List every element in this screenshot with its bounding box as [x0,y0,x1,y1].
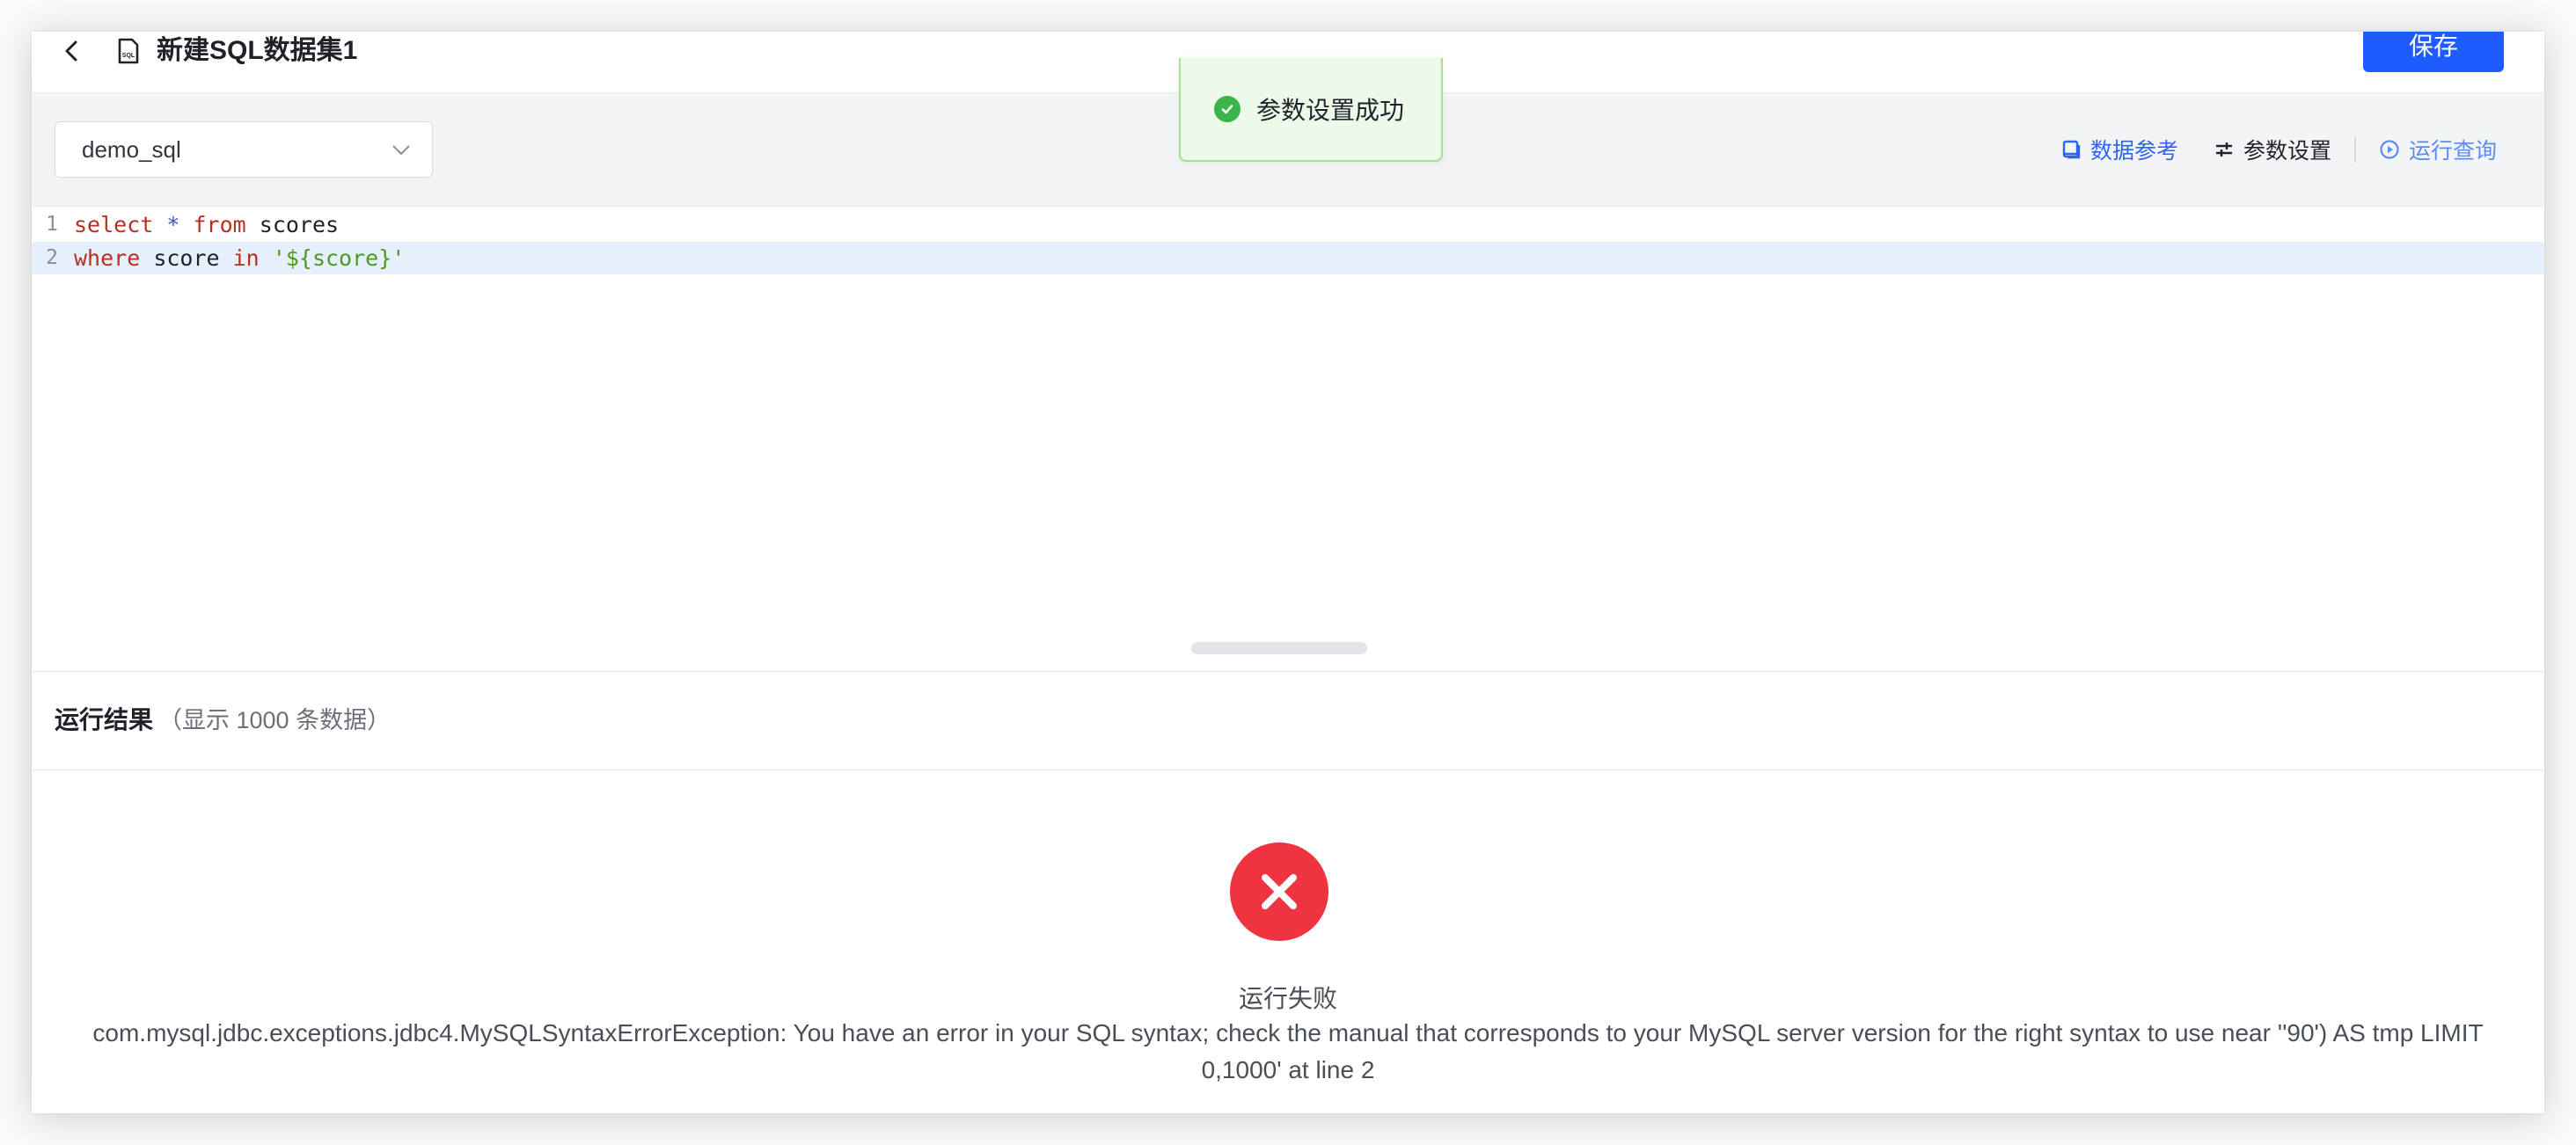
datasource-value: demo_sql [82,136,181,163]
code-text: where score in '${score}' [74,245,406,271]
panel-resize-handle[interactable] [1191,642,1367,654]
toast-message: 参数设置成功 [1256,97,1405,124]
error-message: com.mysql.jdbc.exceptions.jdbc4.MySQLSyn… [92,1019,2484,1083]
code-text: select * from scores [74,212,340,237]
line-number: 1 [46,213,58,236]
run-query-button[interactable]: 运行查询 [2379,128,2497,171]
page-title: 新建SQL数据集1 [157,36,358,65]
chevron-left-icon [65,40,77,62]
check-circle-icon [1214,96,1240,122]
sql-dataset-editor-window: SQL 新建SQL数据集1 保存 demo_sql 数据参考 参数设置 运行查询 [32,32,2544,1113]
results-header: 运行结果 （显示 1000 条数据） [32,674,2544,770]
data-reference-label: 数据参考 [2089,139,2178,164]
results-row-limit: （显示 1000 条数据） [158,707,392,733]
toolbar-divider [2353,136,2356,163]
line-number-gutter [32,207,67,671]
sql-file-icon: SQL [109,32,148,70]
error-title: 运行失败 [1238,985,1337,1012]
toolbar-actions: 数据参考 参数设置 运行查询 [2060,128,2497,171]
sql-code-editor[interactable]: 1 select * from scores 2 where score in … [32,206,2544,672]
run-query-label: 运行查询 [2408,139,2497,164]
param-settings-button[interactable]: 参数设置 [2214,128,2331,171]
error-icon [1230,842,1328,941]
code-line[interactable]: 1 select * from scores [32,208,2544,241]
data-reference-button[interactable]: 数据参考 [2060,128,2178,171]
sliders-icon [2215,142,2232,157]
datasource-select[interactable]: demo_sql [55,121,433,178]
save-button[interactable]: 保存 [2363,32,2504,72]
line-number: 2 [46,246,58,269]
back-button[interactable] [53,32,91,70]
book-icon [2062,140,2081,159]
svg-text:SQL: SQL [122,53,135,59]
success-toast: 参数设置成功 [1179,58,1443,162]
chevron-down-icon [392,145,410,156]
play-circle-icon [2380,140,2399,159]
param-settings-label: 参数设置 [2243,139,2331,164]
results-title: 运行结果 [55,706,154,733]
code-line-active[interactable]: 2 where score in '${score}' [32,242,2544,274]
